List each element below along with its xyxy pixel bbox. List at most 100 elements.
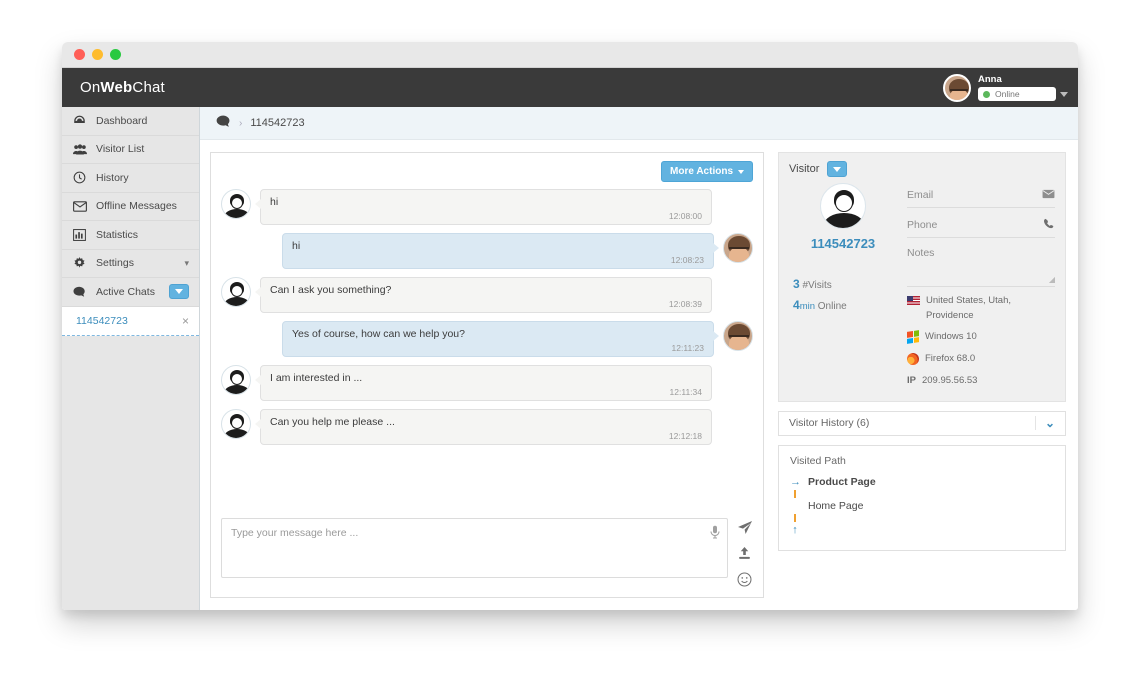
visitor-avatar: [221, 409, 251, 439]
user-menu[interactable]: Anna Online: [943, 73, 1068, 102]
ip-info: IP 209.95.56.53: [907, 374, 1055, 389]
breadcrumb: › 114542723: [200, 107, 1078, 140]
message-bubble: hi 12:08:23: [282, 233, 719, 269]
window-maximize-button[interactable]: [110, 49, 121, 60]
status-dot-icon: [983, 90, 990, 98]
visitor-avatar: [221, 365, 251, 395]
caret-down-icon: [833, 166, 842, 172]
window-minimize-button[interactable]: [92, 49, 103, 60]
envelope-icon: [1042, 189, 1055, 202]
message-row: hi 12:08:00: [221, 189, 753, 225]
message-input[interactable]: [221, 518, 728, 578]
visited-path-box: Visited Path → Product Page Home Page ↑: [778, 444, 1066, 551]
visitor-options-button[interactable]: [827, 161, 848, 177]
active-chat-label: 114542723: [76, 314, 128, 327]
message-time: 12:08:39: [668, 299, 702, 309]
app-header: OnWebChat Anna Online: [62, 68, 1078, 107]
visitor-card-body: 114542723 3 #Visits 4min Online Email Ph…: [789, 183, 1055, 389]
ip-label: IP: [907, 374, 916, 386]
visited-path-item[interactable]: Home Page: [790, 498, 1054, 514]
composer-tools: [737, 518, 753, 589]
chevron-down-icon[interactable]: ⌄: [1034, 416, 1055, 431]
visited-path-title: Visited Path: [790, 454, 846, 467]
arrow-up-icon: ↑: [792, 523, 798, 536]
envelope-icon: [72, 201, 87, 212]
email-field-label: Email: [907, 189, 934, 201]
sidebar-item-statistics[interactable]: Statistics: [62, 221, 199, 250]
microphone-icon[interactable]: [710, 525, 720, 542]
message-list: hi 12:08:00 hi 12:08:23 Can I ask you so…: [221, 182, 753, 512]
online-count: 4: [793, 298, 800, 312]
message-time: 12:08:23: [670, 255, 704, 265]
send-icon[interactable]: [737, 520, 753, 537]
bar-chart-icon: [72, 228, 87, 241]
visitor-panel: Visitor 114542723 3 #Visits 4min Online …: [778, 152, 1066, 598]
window-titlebar: [62, 42, 1078, 68]
active-chats-toggle-button[interactable]: [169, 284, 189, 300]
message-bubble: Yes of course, how can we help you? 12:1…: [282, 321, 719, 357]
sidebar-item-label: Offline Messages: [96, 200, 177, 213]
dashboard-icon: [72, 114, 87, 127]
clock-icon: [72, 171, 87, 184]
visitor-avatar: [221, 189, 251, 219]
visitor-identity: 114542723 3 #Visits 4min Online: [789, 183, 897, 389]
sidebar-active-chat-114542723[interactable]: 114542723 ×: [62, 306, 199, 336]
message-text: hi: [292, 240, 301, 252]
main-area: › 114542723 More Actions hi 12:08:00 hi …: [200, 107, 1078, 610]
agent-avatar: [723, 233, 753, 263]
content-area: More Actions hi 12:08:00 hi 12:08:23 Can…: [200, 140, 1078, 610]
message-text: Yes of course, how can we help you?: [292, 328, 465, 340]
status-select[interactable]: Online: [978, 87, 1056, 101]
sidebar-item-offline-messages[interactable]: Offline Messages: [62, 193, 199, 221]
message-time: 12:11:23: [671, 343, 704, 353]
email-field[interactable]: Email: [907, 183, 1055, 208]
sidebar-item-active-chats[interactable]: Active Chats: [62, 278, 199, 307]
visits-stat: 3 #Visits: [793, 277, 847, 291]
message-row: Can I ask you something? 12:08:39: [221, 277, 753, 313]
phone-field[interactable]: Phone: [907, 213, 1055, 238]
online-label: Online: [817, 301, 847, 312]
message-bubble: I am interested in ... 12:11:34: [255, 365, 712, 401]
message-text: I am interested in ...: [270, 372, 363, 384]
notes-field[interactable]: Notes ◢: [907, 243, 1055, 287]
message-time: 12:12:18: [668, 431, 702, 441]
resize-grip-icon[interactable]: ◢: [1049, 275, 1055, 284]
visitor-history-toggle[interactable]: Visitor History (6) ⌄: [778, 410, 1066, 436]
window-close-button[interactable]: [74, 49, 85, 60]
caret-down-icon: [175, 289, 183, 295]
sidebar-item-label: History: [96, 171, 129, 184]
browser-text: Firefox 68.0: [925, 353, 976, 365]
app-body: Dashboard Visitor List History Offline M…: [62, 107, 1078, 610]
sidebar-item-visitor-list[interactable]: Visitor List: [62, 136, 199, 164]
windows-icon: [907, 330, 919, 345]
sidebar-item-history[interactable]: History: [62, 164, 199, 193]
more-actions-button[interactable]: More Actions: [661, 161, 753, 182]
location-info: United States, Utah, Providence: [907, 294, 1055, 323]
sidebar-item-label: Active Chats: [96, 285, 155, 298]
emoji-icon[interactable]: [737, 572, 753, 589]
visited-path-label: Home Page: [808, 499, 864, 512]
visitor-panel-title: Visitor: [789, 163, 820, 175]
visitor-details: Email Phone Notes ◢ United States, Utah,…: [907, 183, 1055, 389]
notes-field-label: Notes: [907, 247, 935, 259]
chevron-down-icon[interactable]: ▾: [184, 258, 189, 269]
message-bubble: Can you help me please ... 12:12:18: [255, 409, 712, 445]
chevron-down-icon[interactable]: [1060, 91, 1068, 97]
visitor-history-title: Visitor History (6): [789, 417, 870, 430]
status-label: Online: [995, 89, 1020, 99]
sidebar-item-label: Statistics: [96, 228, 139, 241]
agent-avatar: [723, 321, 753, 351]
ip-text: 209.95.56.53: [921, 374, 978, 386]
visited-path-entry: ↑: [790, 522, 1054, 538]
visits-count: 3: [793, 277, 800, 291]
browser-info: Firefox 68.0: [907, 352, 1055, 367]
upload-icon[interactable]: [737, 546, 753, 563]
close-icon[interactable]: ×: [182, 314, 189, 328]
online-unit: min: [799, 301, 815, 312]
visitor-avatar: [820, 183, 866, 229]
sidebar-item-settings[interactable]: Settings ▾: [62, 250, 199, 278]
visited-path-item[interactable]: → Product Page: [790, 474, 1054, 490]
sidebar-item-dashboard[interactable]: Dashboard: [62, 107, 199, 136]
message-input-wrapper: [221, 518, 728, 583]
chat-bubble-icon: [216, 115, 231, 131]
